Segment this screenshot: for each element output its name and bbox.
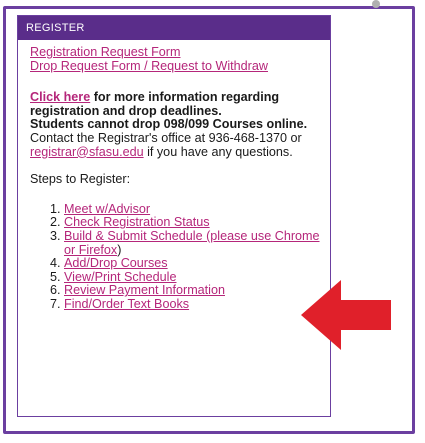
step-find-books-link[interactable]: Find/Order Text Books: [64, 297, 189, 311]
corner-mark: [372, 0, 380, 8]
form-links: Registration Request Form Drop Request F…: [30, 45, 322, 74]
step-add-drop-link[interactable]: Add/Drop Courses: [64, 256, 168, 270]
click-here-link[interactable]: Click here: [30, 90, 90, 104]
step-review-payment-link[interactable]: Review Payment Information: [64, 283, 225, 298]
step-item: Add/Drop Courses: [64, 256, 322, 271]
register-panel: REGISTER Registration Request Form Drop …: [17, 15, 331, 417]
step-build-schedule-suffix: ): [117, 242, 122, 257]
registrar-email-link[interactable]: registrar@sfasu.edu: [30, 145, 144, 159]
registration-request-form-link[interactable]: Registration Request Form: [30, 45, 322, 60]
info-block: Click here for more information regardin…: [30, 90, 322, 159]
step-meet-advisor-link[interactable]: Meet w/Advisor: [64, 202, 150, 216]
step-view-print-link[interactable]: View/Print Schedule: [64, 270, 176, 284]
contact-suffix: if you have any questions.: [143, 144, 293, 159]
panel-body: Registration Request Form Drop Request F…: [18, 40, 330, 312]
step-item: Review Payment Information: [64, 284, 322, 298]
panel-header: REGISTER: [18, 16, 330, 40]
drop-note: Students cannot drop 098/099 Courses onl…: [30, 117, 308, 132]
steps-list: Meet w/Advisor Check Registration Status…: [30, 202, 322, 312]
steps-title: Steps to Register:: [30, 172, 131, 187]
step-check-status-link[interactable]: Check Registration Status: [64, 215, 210, 230]
step-item: Build & Submit Schedule (please use Chro…: [64, 229, 322, 257]
step-build-schedule-link[interactable]: Build & Submit Schedule (please use Chro…: [64, 229, 320, 257]
drop-request-form-link[interactable]: Drop Request Form / Request to Withdraw: [30, 59, 322, 74]
step-item: View/Print Schedule: [64, 270, 322, 285]
step-item: Check Registration Status: [64, 216, 322, 230]
step-item: Find/Order Text Books: [64, 297, 322, 312]
step-item: Meet w/Advisor: [64, 202, 322, 217]
panel-header-title: REGISTER: [26, 22, 85, 34]
red-left-arrow-icon: [301, 280, 391, 350]
contact-prefix: Contact the Registrar's office at 936-46…: [30, 130, 302, 145]
